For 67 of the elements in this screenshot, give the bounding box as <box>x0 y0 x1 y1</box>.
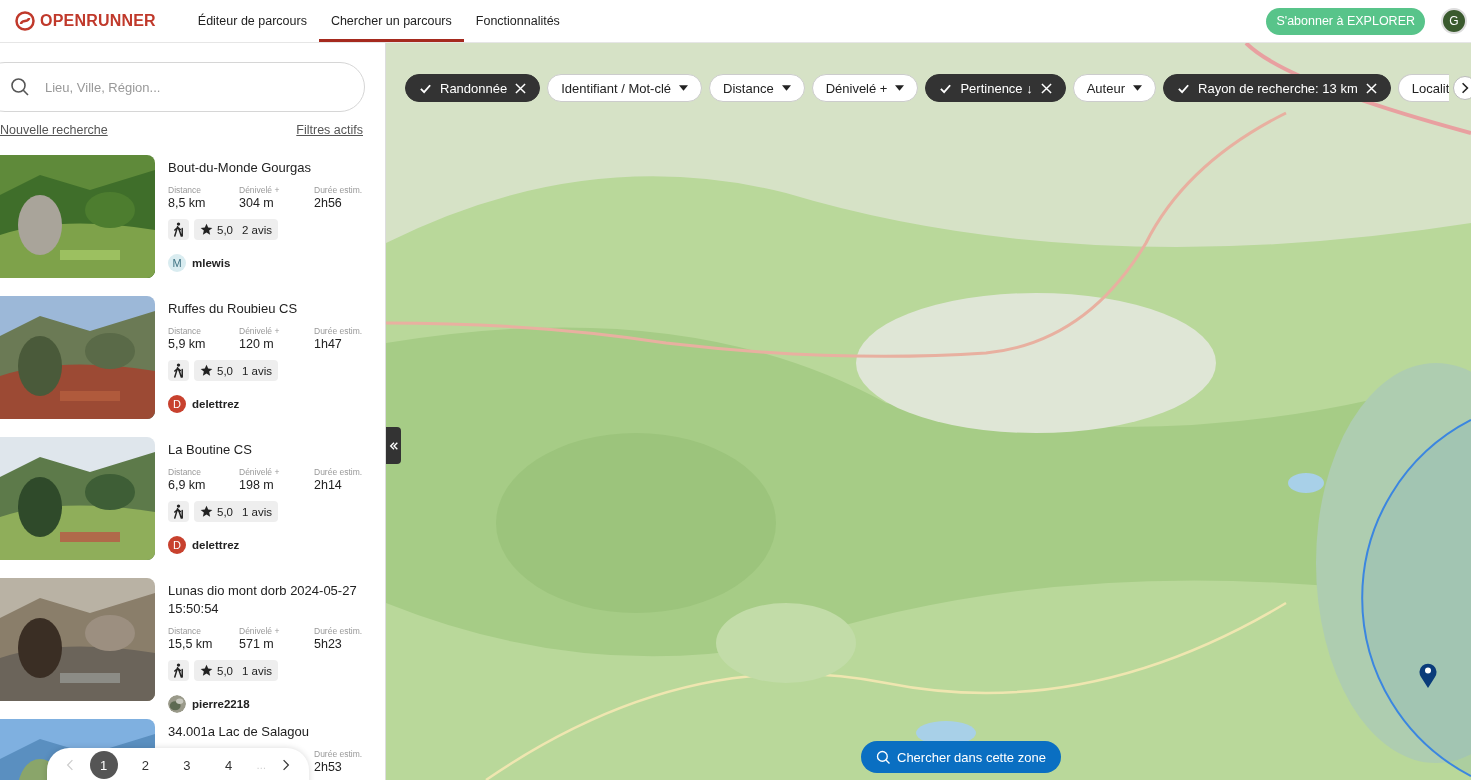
search-field[interactable]: Lieu, Ville, Région... <box>0 62 365 112</box>
filter-chip[interactable]: Pertinence ↓ <box>925 74 1066 102</box>
page-button[interactable]: 3 <box>172 751 201 779</box>
stat-value: 15,5 km <box>168 637 214 651</box>
route-title[interactable]: 34.001a Lac de Salagou <box>168 723 371 741</box>
active-filters-link[interactable]: Filtres actifs <box>296 123 363 137</box>
username[interactable]: delettrez <box>192 539 240 551</box>
route-title[interactable]: Ruffes du Roubieu CS <box>168 300 371 318</box>
user-avatar: M <box>168 254 186 272</box>
stat-label: Dénivelé + <box>239 467 281 477</box>
search-area-button[interactable]: Chercher dans cette zone <box>861 741 1061 773</box>
stat-label: Dénivelé + <box>239 185 281 195</box>
username[interactable]: mlewis <box>192 257 231 269</box>
page-ellipsis: … <box>256 759 267 771</box>
stat-label: Distance <box>168 467 203 477</box>
page-button[interactable]: 4 <box>214 751 243 779</box>
stat-label: Durée estim. <box>314 326 364 336</box>
route-title[interactable]: La Boutine CS <box>168 441 371 459</box>
page-button[interactable]: 1 <box>89 751 118 779</box>
filter-chip[interactable]: Randonnée <box>405 74 541 102</box>
stat-value: 120 m <box>239 337 275 351</box>
filter-chip[interactable]: Distance <box>709 74 805 102</box>
stat-label: Distance <box>168 626 203 636</box>
rating-value: 5,0 <box>217 223 233 236</box>
filter-chip[interactable]: Dénivelé + <box>811 74 919 102</box>
stat-value: 8,5 km <box>168 196 207 210</box>
page-button[interactable]: 2 <box>131 751 160 779</box>
username[interactable]: pierre2218 <box>192 698 250 710</box>
stat-value: 1h47 <box>314 337 343 351</box>
stat-label: Durée estim. <box>314 185 364 195</box>
new-search-link[interactable]: Nouvelle recherche <box>0 123 108 137</box>
stat-value: 5,9 km <box>168 337 207 351</box>
user-avatar[interactable]: G <box>1441 8 1467 34</box>
filter-chip[interactable]: Rayon de recherche: 13 km <box>1163 74 1391 102</box>
review-count: 1 avis <box>242 364 273 377</box>
route-title[interactable]: Bout-du-Monde Gourgas <box>168 159 371 177</box>
stat-label: Dénivelé + <box>239 326 281 336</box>
stat-label: Dénivelé + <box>239 626 281 636</box>
stat-value: 304 m <box>239 196 275 210</box>
nav-tab[interactable]: Fonctionnalités <box>463 0 572 42</box>
user-avatar: D <box>168 395 186 413</box>
stat-label: Distance <box>168 326 203 336</box>
user-avatar: D <box>168 536 186 554</box>
logo-text[interactable]: OPENRUNNER <box>40 12 156 30</box>
route-title[interactable]: Lunas dio mont dorb 2024-05-27 15:50:54 <box>168 582 371 618</box>
review-count: 2 avis <box>242 223 273 236</box>
filter-chip[interactable]: Auteur <box>1072 74 1156 102</box>
rating-value: 5,0 <box>217 664 233 677</box>
review-count: 1 avis <box>242 505 273 518</box>
filter-chip[interactable]: Localit <box>1397 74 1450 102</box>
stat-value: 6,9 km <box>168 478 207 492</box>
stat-value: 571 m <box>239 637 275 651</box>
stat-value: 2h56 <box>314 196 343 210</box>
review-count: 1 avis <box>242 664 273 677</box>
nav-tab[interactable]: Éditeur de parcours <box>185 0 319 42</box>
rating-value: 5,0 <box>217 364 233 377</box>
stat-value: 5h23 <box>314 637 343 651</box>
stat-label: Durée estim. <box>314 626 364 636</box>
stat-value: 2h53 <box>314 760 343 774</box>
stat-label: Durée estim. <box>314 749 364 759</box>
stat-value: 2h14 <box>314 478 343 492</box>
rating-value: 5,0 <box>217 505 233 518</box>
username[interactable]: delettrez <box>192 398 240 410</box>
stat-label: Distance <box>168 185 203 195</box>
stat-label: Durée estim. <box>314 467 364 477</box>
filter-chip[interactable]: Identifiant / Mot-clé <box>547 74 703 102</box>
stat-value: 198 m <box>239 478 275 492</box>
